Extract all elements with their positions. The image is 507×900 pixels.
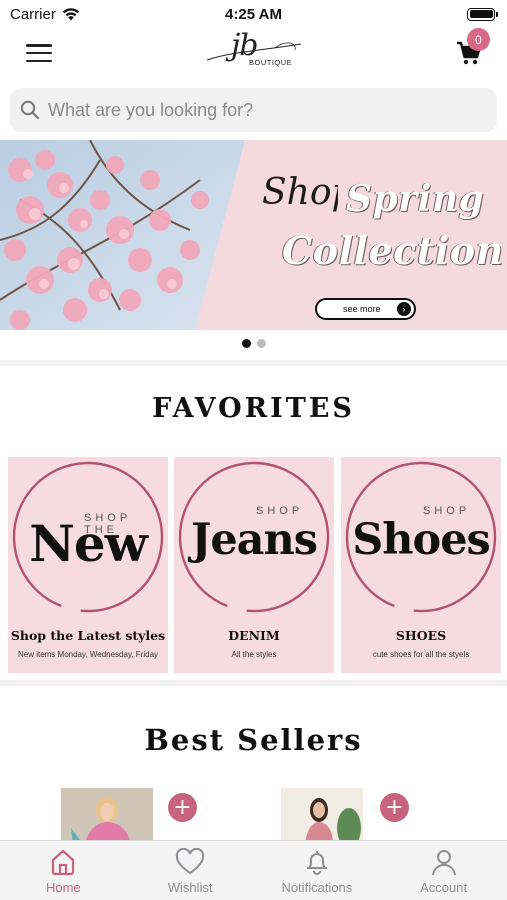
svg-text:Shop: Shop <box>262 172 338 213</box>
promo-banner[interactable]: Shop Spring Collection see more › <box>0 140 507 330</box>
card-subcaption: cute shoes for all the styels <box>372 650 470 659</box>
tab-label: Account <box>420 880 468 895</box>
card-big-text: Shoes <box>352 515 491 565</box>
card-caption: Shop the Latest styles <box>10 628 166 643</box>
person-icon <box>431 850 456 876</box>
tab-notifications[interactable]: Notifications <box>254 841 381 900</box>
card-subcaption: New items Monday, Wednesday, Friday <box>17 650 159 659</box>
banner-title-line1: Spring <box>346 178 485 220</box>
search-bar[interactable] <box>10 88 497 132</box>
best-sellers-title: Best Sellers <box>144 723 363 757</box>
heart-icon <box>175 848 205 875</box>
search-icon <box>20 100 40 120</box>
search-input[interactable] <box>48 99 468 121</box>
section-divider <box>0 680 507 686</box>
shop-script-text: Shop <box>262 172 338 213</box>
carousel-dot-1[interactable] <box>241 339 251 348</box>
favorite-card-jeans[interactable]: SHOP Jeans DENIM All the styles <box>174 457 334 673</box>
favorite-card-new[interactable]: SHOP THE New Shop the Latest styles New … <box>8 457 168 673</box>
tab-label: Notifications <box>281 880 353 895</box>
carousel-dot-2[interactable] <box>256 339 266 348</box>
cherry-blossom-image <box>0 140 245 330</box>
card-caption: SHOES <box>395 628 447 643</box>
bottom-tab-bar: Home Wishlist Notifications Account <box>0 840 507 900</box>
product-image <box>61 788 153 844</box>
card-big-text: Jeans <box>190 515 318 565</box>
cart-count-badge: 0 <box>467 28 490 51</box>
battery-icon <box>467 7 498 21</box>
favorite-card-shoes[interactable]: SHOP Shoes SHOES cute shoes for all the … <box>341 457 501 673</box>
tab-home[interactable]: Home <box>0 841 127 900</box>
tab-account[interactable]: Account <box>380 841 507 900</box>
arrow-right-icon: › <box>397 302 411 316</box>
see-more-button[interactable]: see more › <box>315 298 416 320</box>
tab-label: Home <box>46 880 81 895</box>
menu-icon[interactable] <box>26 42 52 64</box>
banner-title-line2: Collection <box>282 228 504 273</box>
app-screen: Carrier 4:25 AM jb BOUTIQUE 0 What are y… <box>0 0 507 900</box>
see-more-label: see more <box>343 304 381 314</box>
status-left: Carrier <box>10 6 80 23</box>
logo-subtext: BOUTIQUE <box>249 58 293 67</box>
bell-icon <box>306 851 327 875</box>
carousel-dots <box>0 339 507 348</box>
brand-logo[interactable]: jb BOUTIQUE <box>205 28 305 76</box>
product-image <box>488 788 507 844</box>
card-big-text: New <box>29 514 148 573</box>
carrier-label: Carrier <box>10 5 56 23</box>
section-divider <box>0 360 507 366</box>
tab-wishlist[interactable]: Wishlist <box>127 841 254 900</box>
add-to-cart-button[interactable]: + <box>168 793 197 822</box>
wifi-icon <box>62 7 80 20</box>
product-image <box>281 788 363 848</box>
card-subcaption: All the styles <box>231 650 277 659</box>
card-caption: DENIM <box>228 628 280 643</box>
add-to-cart-button[interactable]: + <box>380 793 409 822</box>
tab-label: Wishlist <box>167 880 213 895</box>
favorites-title: FAVORITES <box>152 393 355 424</box>
home-icon <box>52 849 75 876</box>
app-header: jb BOUTIQUE 0 <box>0 28 507 78</box>
status-bar: Carrier 4:25 AM <box>0 0 507 28</box>
